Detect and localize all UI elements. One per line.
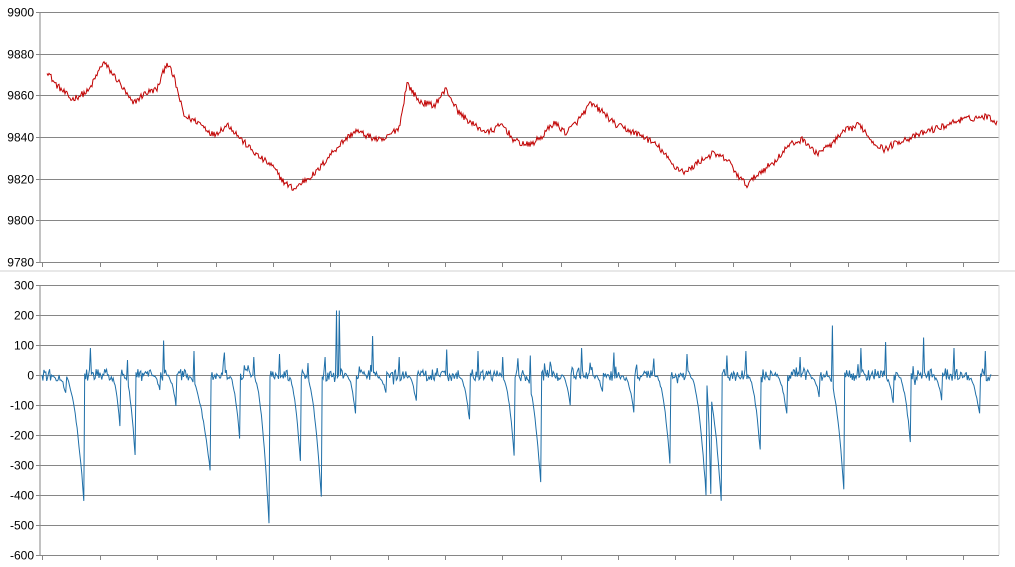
price-chart: 9780 9800 9820 9840 9860 9880 9900 <box>0 0 1015 270</box>
price-chart-y-tick-label-0: 9780 <box>7 256 34 270</box>
delta-chart-y-tick-label-5: -100 <box>10 399 34 413</box>
price-chart-y-tick-label-2: 9820 <box>7 173 34 187</box>
delta-chart-y-tick-label-4: -200 <box>10 429 34 443</box>
price-chart-y-tick-label-4: 9860 <box>7 89 34 103</box>
price-chart-y-tick-label-3: 9840 <box>7 131 34 145</box>
delta-chart-y-tick-label-7: 100 <box>14 339 34 353</box>
price-chart-y-tick-label-5: 9880 <box>7 48 34 62</box>
price-chart-y-tick-label-1: 9800 <box>7 214 34 228</box>
delta-chart-y-tick-label-8: 200 <box>14 309 34 323</box>
chart-area: 01:00-30.07pulse0-50 9780980098209840986… <box>0 0 1015 563</box>
delta-chart-y-tick-label-2: -400 <box>10 489 34 503</box>
delta-chart: -600 -500 -400 -300 -200 -100 0 100 200 300 <box>10 279 1000 563</box>
delta-chart-y-tick-labels: -600 -500 -400 -300 -200 -100 0 100 200 300 <box>10 279 34 563</box>
price-chart-y-tick-label-6: 9900 <box>7 6 34 20</box>
delta-chart-y-tick-label-3: -300 <box>10 459 34 473</box>
delta-chart-y-tick-label-0: -600 <box>10 549 34 563</box>
delta-chart-y-tick-label-6: 0 <box>27 369 34 383</box>
delta-chart-y-tick-label-1: -500 <box>10 519 34 533</box>
delta-chart-gridlines <box>36 285 1000 556</box>
delta-chart-y-tick-label-9: 300 <box>14 279 34 293</box>
delta-series-line <box>41 310 992 524</box>
